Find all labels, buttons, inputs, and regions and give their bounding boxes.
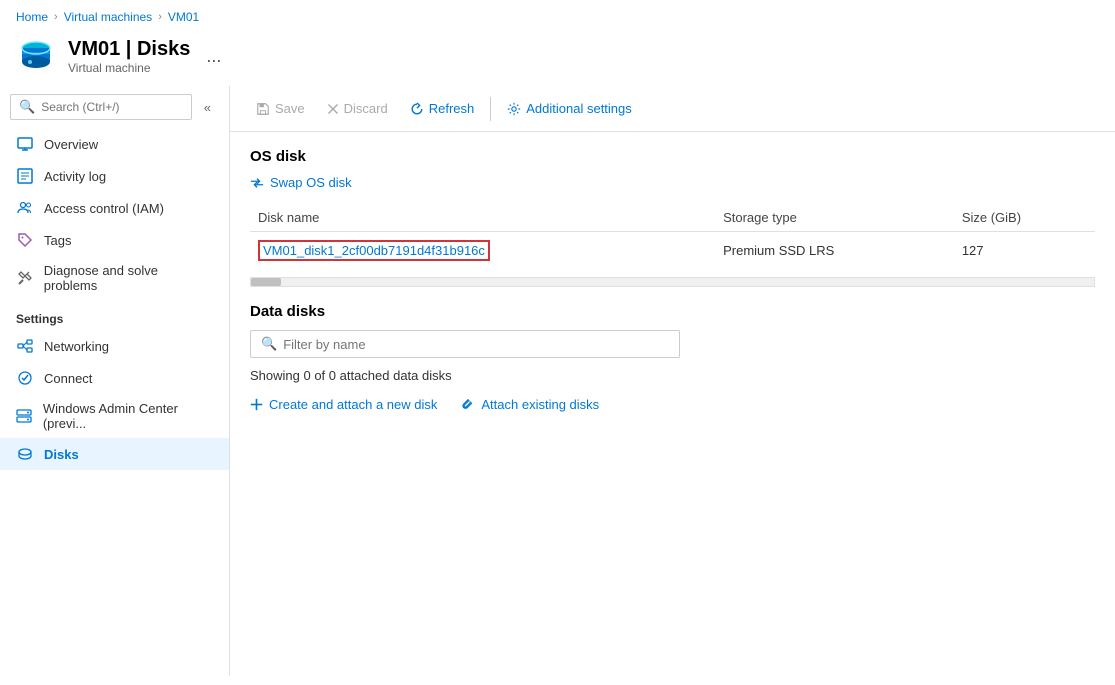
- sidebar-item-overview[interactable]: Overview: [0, 128, 229, 160]
- sidebar-item-activity-log-label: Activity log: [44, 169, 106, 184]
- table-row: VM01_disk1_2cf00db7191d4f31b916c Premium…: [250, 232, 1095, 270]
- sidebar-item-disks-label: Disks: [44, 447, 79, 462]
- sidebar-item-diagnose-label: Diagnose and solve problems: [44, 263, 213, 293]
- sidebar-item-access-control[interactable]: Access control (IAM): [0, 192, 229, 224]
- settings-section-label: Settings: [0, 300, 229, 330]
- more-options-button[interactable]: ...: [206, 46, 221, 67]
- breadcrumb-home[interactable]: Home: [16, 10, 48, 24]
- content-area: Save Discard Refresh Additional settings…: [230, 86, 1115, 676]
- sidebar: 🔍 « Overview Activity log Access control…: [0, 86, 230, 676]
- save-button[interactable]: Save: [246, 96, 315, 121]
- toolbar-separator: [490, 97, 491, 121]
- sidebar-item-overview-label: Overview: [44, 137, 98, 152]
- attach-existing-button[interactable]: Attach existing disks: [461, 397, 599, 412]
- plug-icon: [16, 369, 34, 387]
- attach-icon: [461, 398, 475, 412]
- discard-button[interactable]: Discard: [317, 96, 398, 121]
- main-layout: 🔍 « Overview Activity log Access control…: [0, 86, 1115, 676]
- search-row: 🔍 «: [0, 94, 229, 120]
- plus-icon: [250, 398, 263, 411]
- people-icon: [16, 199, 34, 217]
- swap-os-disk-button[interactable]: Swap OS disk: [250, 175, 352, 190]
- sidebar-item-connect[interactable]: Connect: [0, 362, 229, 394]
- data-disks-title: Data disks: [250, 303, 1095, 320]
- sidebar-item-activity-log[interactable]: Activity log: [0, 160, 229, 192]
- network-icon: [16, 337, 34, 355]
- col-storage-type: Storage type: [715, 204, 954, 232]
- breadcrumb-sep-2: ›: [158, 11, 162, 23]
- server-icon: [16, 407, 33, 425]
- os-disk-table: Disk name Storage type Size (GiB) VM01_d…: [250, 204, 1095, 269]
- vm-disk-icon-svg: [16, 36, 56, 76]
- wrench-icon: [16, 269, 34, 287]
- breadcrumb-vms[interactable]: Virtual machines: [64, 10, 153, 24]
- col-disk-name: Disk name: [250, 204, 715, 232]
- filter-input[interactable]: [283, 337, 669, 352]
- header-text: VM01 | Disks Virtual machine: [68, 38, 190, 75]
- refresh-button[interactable]: Refresh: [400, 96, 485, 121]
- monitor-icon: [16, 135, 34, 153]
- save-icon: [256, 102, 270, 116]
- search-icon: 🔍: [19, 99, 35, 115]
- disk-icon: [16, 445, 34, 463]
- bottom-actions: Create and attach a new disk Attach exis…: [250, 397, 1095, 412]
- sidebar-item-tags-label: Tags: [44, 233, 71, 248]
- search-box: 🔍: [10, 94, 192, 120]
- storage-type-cell: Premium SSD LRS: [715, 232, 954, 270]
- size-cell: 127: [954, 232, 1095, 270]
- sidebar-item-connect-label: Connect: [44, 371, 92, 386]
- tag-icon: [16, 231, 34, 249]
- sidebar-item-windows-admin-label: Windows Admin Center (previ...: [43, 401, 213, 431]
- sidebar-item-networking[interactable]: Networking: [0, 330, 229, 362]
- hscroll-thumb: [251, 278, 281, 286]
- os-disk-title: OS disk: [250, 148, 1095, 165]
- create-disk-button[interactable]: Create and attach a new disk: [250, 397, 437, 412]
- showing-text: Showing 0 of 0 attached data disks: [250, 368, 1095, 383]
- sidebar-item-tags[interactable]: Tags: [0, 224, 229, 256]
- breadcrumb-vm01[interactable]: VM01: [168, 10, 199, 24]
- breadcrumb-sep-1: ›: [54, 11, 58, 23]
- list-icon: [16, 167, 34, 185]
- filter-icon: 🔍: [261, 336, 277, 352]
- breadcrumb: Home › Virtual machines › VM01: [0, 0, 1115, 30]
- refresh-icon: [410, 102, 424, 116]
- gear-icon: [507, 102, 521, 116]
- page-subtitle: Virtual machine: [68, 61, 190, 75]
- table-hscroll[interactable]: [250, 277, 1095, 287]
- sidebar-item-networking-label: Networking: [44, 339, 109, 354]
- sidebar-item-disks[interactable]: Disks: [0, 438, 229, 470]
- filter-row: 🔍: [250, 330, 680, 358]
- collapse-sidebar-button[interactable]: «: [196, 96, 219, 119]
- sidebar-item-diagnose[interactable]: Diagnose and solve problems: [0, 256, 229, 300]
- toolbar: Save Discard Refresh Additional settings: [230, 86, 1115, 132]
- disk-name-link[interactable]: VM01_disk1_2cf00db7191d4f31b916c: [258, 240, 490, 261]
- vm-icon: [16, 36, 56, 76]
- page-header: VM01 | Disks Virtual machine ...: [0, 30, 1115, 86]
- sidebar-item-access-control-label: Access control (IAM): [44, 201, 164, 216]
- table-header-row: Disk name Storage type Size (GiB): [250, 204, 1095, 232]
- discard-icon: [327, 103, 339, 115]
- sidebar-item-windows-admin[interactable]: Windows Admin Center (previ...: [0, 394, 229, 438]
- search-input[interactable]: [41, 100, 183, 114]
- swap-icon: [250, 176, 264, 190]
- content-body: OS disk Swap OS disk Disk name Storage t…: [230, 132, 1115, 428]
- page-title: VM01 | Disks: [68, 38, 190, 61]
- col-size: Size (GiB): [954, 204, 1095, 232]
- disk-name-cell: VM01_disk1_2cf00db7191d4f31b916c: [250, 232, 715, 270]
- additional-settings-button[interactable]: Additional settings: [497, 96, 642, 121]
